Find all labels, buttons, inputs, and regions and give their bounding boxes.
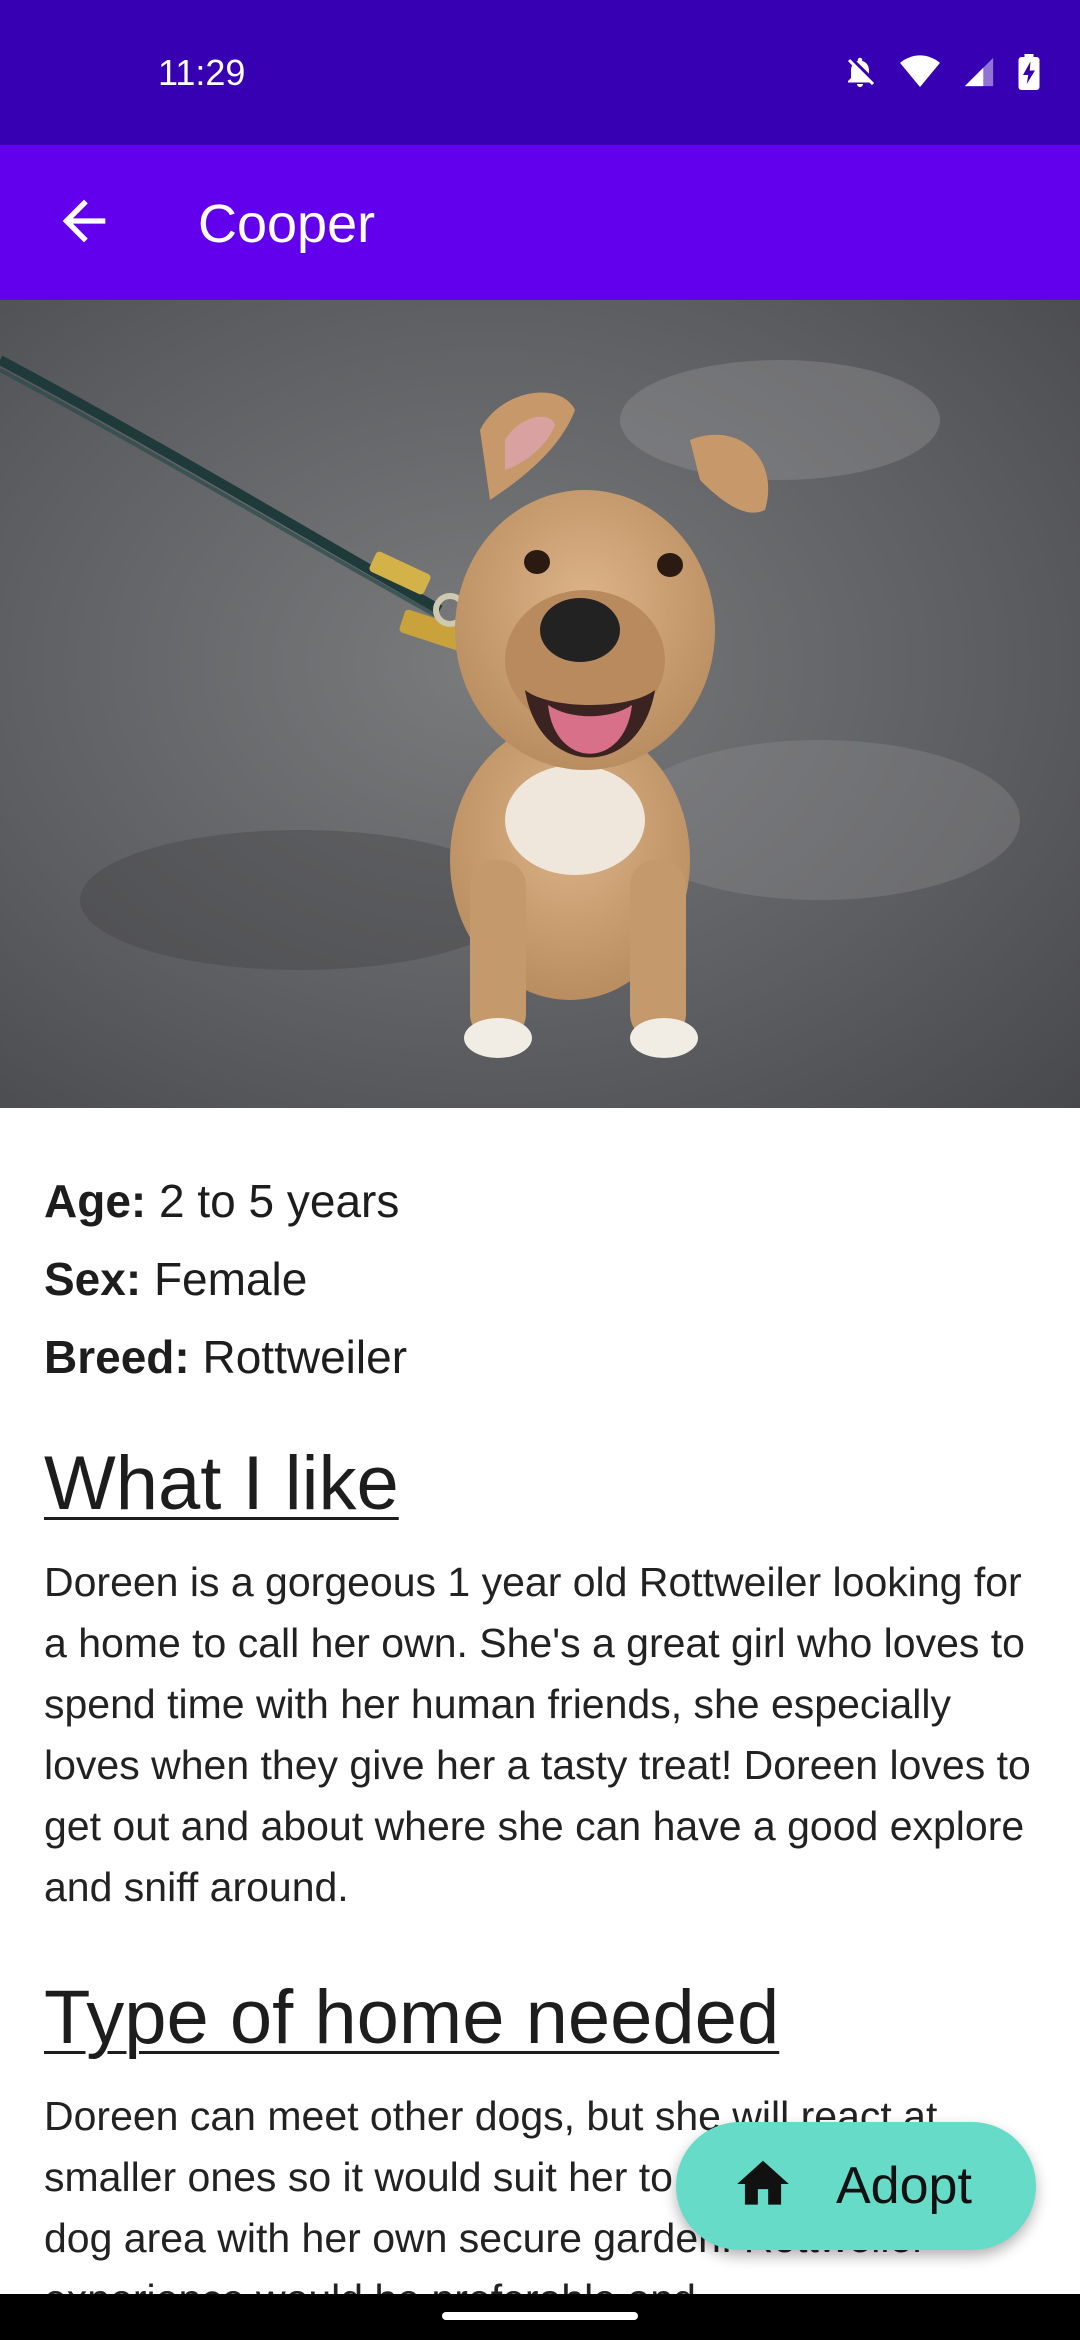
section-heading-home-needed: Type of home needed bbox=[44, 1975, 780, 2060]
status-bar: 11:29 bbox=[0, 0, 1080, 145]
status-time: 11:29 bbox=[158, 52, 246, 93]
fact-label: Sex: bbox=[44, 1253, 142, 1305]
wifi-icon bbox=[900, 55, 940, 89]
adopt-label: Adopt bbox=[836, 2157, 972, 2215]
breed-fact: Breed: Rottweiler bbox=[44, 1318, 1036, 1396]
section-heading-what-i-like: What I like bbox=[44, 1441, 399, 1526]
age-fact: Age: 2 to 5 years bbox=[44, 1162, 1036, 1240]
arrow-back-icon bbox=[52, 189, 116, 258]
status-icons bbox=[842, 54, 1040, 90]
system-nav-bar bbox=[0, 2294, 1080, 2340]
home-icon bbox=[732, 2153, 794, 2220]
fact-value: Female bbox=[153, 1253, 308, 1305]
battery-charging-icon bbox=[1018, 54, 1040, 90]
fact-label: Breed: bbox=[44, 1331, 190, 1383]
dog-photo bbox=[0, 300, 1080, 1108]
fact-value: 2 to 5 years bbox=[159, 1175, 400, 1227]
section-body-what-i-like: Doreen is a gorgeous 1 year old Rottweil… bbox=[44, 1559, 1031, 1910]
fact-label: Age: bbox=[44, 1175, 147, 1227]
back-button[interactable] bbox=[40, 179, 128, 267]
fact-value: Rottweiler bbox=[202, 1331, 408, 1383]
home-gesture-handle[interactable] bbox=[442, 2312, 638, 2320]
page-title: Cooper bbox=[198, 194, 376, 254]
sex-fact: Sex: Female bbox=[44, 1240, 1036, 1318]
app-bar: Cooper bbox=[0, 145, 1080, 300]
pet-details: Age: 2 to 5 years Sex: Female Breed: Rot… bbox=[0, 1108, 1080, 2294]
adopt-button[interactable]: Adopt bbox=[676, 2122, 1036, 2250]
notifications-off-icon bbox=[842, 54, 878, 90]
cellular-signal-icon bbox=[962, 55, 996, 89]
